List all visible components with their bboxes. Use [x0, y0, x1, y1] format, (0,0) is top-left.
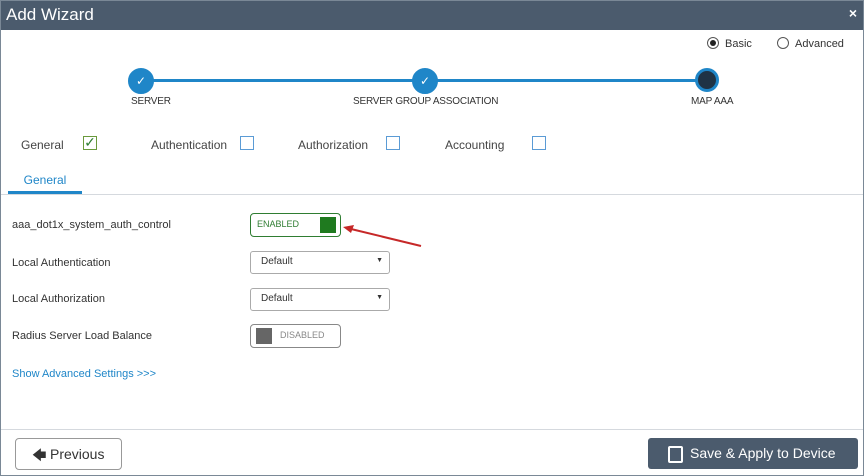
auth-control-toggle[interactable]: ENABLED [250, 213, 341, 237]
previous-button[interactable]: 🡄 Previous [15, 438, 122, 470]
mode-advanced-option[interactable]: Advanced [777, 37, 844, 50]
check-accounting-checkbox[interactable] [532, 136, 546, 150]
mode-basic-label: Basic [725, 38, 752, 50]
tab-divider [1, 194, 863, 195]
annotation-arrow-icon [343, 225, 422, 247]
dialog-title: Add Wizard [6, 5, 94, 24]
local-authentication-label: Local Authentication [12, 257, 111, 269]
local-authorization-select[interactable]: Default ▼ [250, 288, 390, 311]
footer-divider [1, 429, 863, 430]
tab-general[interactable]: General [8, 173, 82, 194]
previous-label: Previous [50, 446, 105, 462]
check-tab-authentication-label: Authentication [151, 138, 228, 152]
check-general-checkbox[interactable]: ✓ [83, 135, 97, 150]
check-tab-authorization-label: Authorization [298, 138, 369, 152]
title-bar: Add Wizard × [1, 1, 863, 30]
toggle-knob [256, 328, 272, 344]
step-server-group-check-icon: ✓ [412, 68, 438, 94]
arrow-left-icon: 🡄 [32, 447, 47, 463]
local-authentication-select[interactable]: Default ▼ [250, 251, 390, 274]
step-label-map-aaa: MAP AAA [691, 96, 734, 107]
radio-advanced[interactable] [777, 37, 789, 49]
local-authorization-label: Local Authorization [12, 293, 105, 305]
check-tab-accounting-label: Accounting [445, 138, 505, 152]
check-tab-general-label: General [21, 138, 64, 152]
show-advanced-settings-link[interactable]: Show Advanced Settings >>> [12, 368, 156, 380]
add-wizard-dialog: Add Wizard × Basic Advanced ✓ ✓ SERVER S… [0, 0, 864, 476]
auth-control-label: aaa_dot1x_system_auth_control [12, 219, 171, 231]
local-authentication-value: Default [261, 256, 293, 267]
step-server-check-icon: ✓ [128, 68, 154, 94]
local-authorization-value: Default [261, 293, 293, 304]
auth-control-state: ENABLED [257, 219, 300, 229]
mode-advanced-label: Advanced [795, 38, 844, 50]
chevron-down-icon: ▼ [376, 257, 383, 264]
close-icon[interactable]: × [849, 5, 857, 21]
step-label-server: SERVER [131, 96, 171, 107]
check-authentication-checkbox[interactable] [240, 136, 254, 150]
radius-load-balance-label: Radius Server Load Balance [12, 330, 153, 342]
save-apply-button[interactable]: Save & Apply to Device [648, 438, 858, 469]
check-authorization-checkbox[interactable] [386, 136, 400, 150]
toggle-knob [320, 217, 336, 233]
radio-basic[interactable] [707, 37, 719, 49]
chevron-down-icon: ▼ [376, 294, 383, 301]
mode-basic-option[interactable]: Basic [707, 37, 752, 50]
radius-load-balance-toggle[interactable]: DISABLED [250, 324, 341, 348]
save-apply-label: Save & Apply to Device [690, 445, 836, 461]
step-label-server-group: SERVER GROUP ASSOCIATION [353, 96, 499, 107]
save-icon [668, 446, 683, 463]
step-map-aaa-current-icon [695, 68, 719, 92]
radius-load-balance-state: DISABLED [280, 330, 325, 340]
